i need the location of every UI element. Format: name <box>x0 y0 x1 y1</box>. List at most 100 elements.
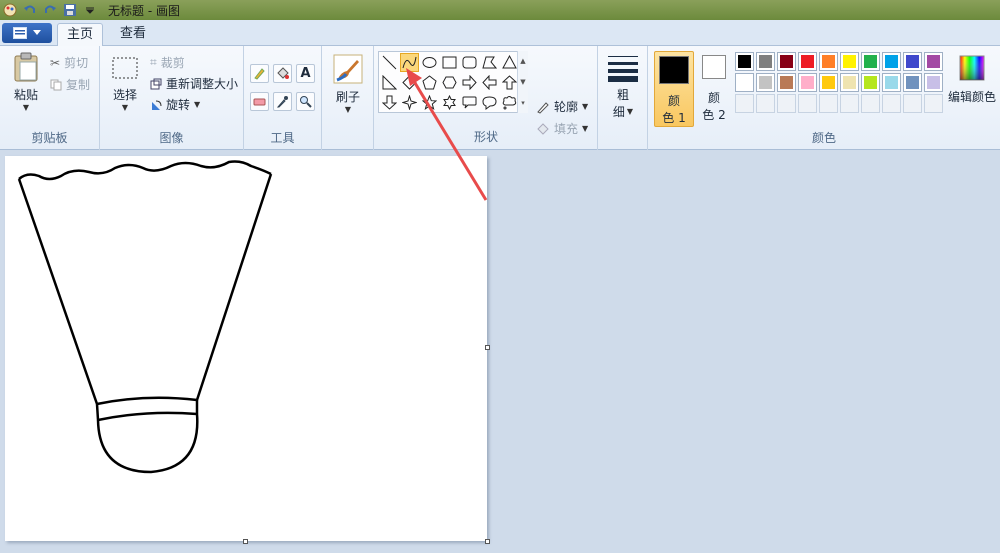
palette-color-swatch[interactable] <box>798 73 817 92</box>
outline-dropdown-icon[interactable]: ▼ <box>582 102 588 111</box>
six-point-star-shape[interactable] <box>440 93 459 112</box>
image-group: 选择 ▼ ⌗ 裁剪 重新调整大小 旋转 ▼ 图像 <box>100 46 244 150</box>
color-picker-tool[interactable] <box>273 92 292 111</box>
custom-color-slot[interactable] <box>903 94 922 113</box>
palette-color-swatch[interactable] <box>756 52 775 71</box>
line-shape[interactable] <box>380 53 399 72</box>
paint-app-icon[interactable] <box>2 2 18 18</box>
palette-color-swatch[interactable] <box>924 52 943 71</box>
copy-icon <box>50 79 62 90</box>
crop-button[interactable]: ⌗ 裁剪 <box>150 54 185 71</box>
custom-color-slot[interactable] <box>798 94 817 113</box>
cut-button[interactable]: ✂ 剪切 <box>50 54 88 71</box>
rounded-callout-shape[interactable] <box>460 93 479 112</box>
palette-color-swatch[interactable] <box>861 73 880 92</box>
rectangle-shape[interactable] <box>440 53 459 72</box>
scroll-down-icon[interactable]: ▼ <box>520 78 525 86</box>
expand-gallery-icon[interactable]: ▾ <box>521 99 525 107</box>
file-menu-button[interactable] <box>2 23 52 43</box>
brushes-button[interactable]: 刷子 ▼ <box>330 54 366 114</box>
palette-color-swatch[interactable] <box>777 52 796 71</box>
custom-color-slot[interactable] <box>756 94 775 113</box>
rotate-dropdown-icon[interactable]: ▼ <box>194 100 200 109</box>
size-button[interactable]: 粗 细 ▼ <box>604 54 642 120</box>
shapes-scroll[interactable]: ▲ ▼ ▾ <box>517 51 528 113</box>
undo-icon[interactable] <box>22 2 38 18</box>
resize-handle-right[interactable] <box>485 345 490 350</box>
rounded-rectangle-shape[interactable] <box>460 53 479 72</box>
eraser-tool[interactable] <box>250 92 269 111</box>
palette-color-swatch[interactable] <box>735 73 754 92</box>
oval-shape[interactable] <box>420 53 439 72</box>
palette-color-swatch[interactable] <box>756 73 775 92</box>
select-dropdown-icon[interactable]: ▼ <box>122 103 128 112</box>
redo-icon[interactable] <box>42 2 58 18</box>
select-button[interactable]: 选择 ▼ <box>108 56 142 112</box>
palette-color-swatch[interactable] <box>903 73 922 92</box>
rotate-button[interactable]: 旋转 ▼ <box>150 96 200 113</box>
palette-color-swatch[interactable] <box>840 73 859 92</box>
palette-color-swatch[interactable] <box>882 52 901 71</box>
customize-toolbar-icon[interactable] <box>82 2 98 18</box>
custom-color-slot[interactable] <box>924 94 943 113</box>
five-point-star-shape[interactable] <box>420 93 439 112</box>
line-icon <box>382 55 397 70</box>
resize-handle-bottom[interactable] <box>243 539 248 544</box>
palette-color-swatch[interactable] <box>735 52 754 71</box>
palette-color-swatch[interactable] <box>924 73 943 92</box>
crop-icon: ⌗ <box>150 55 157 69</box>
custom-color-slot[interactable] <box>840 94 859 113</box>
save-icon[interactable] <box>62 2 78 18</box>
resize-handle-corner[interactable] <box>485 539 490 544</box>
custom-color-slot[interactable] <box>819 94 838 113</box>
tab-home[interactable]: 主页 <box>57 23 103 47</box>
oval-callout-shape[interactable] <box>480 93 499 112</box>
brushes-dropdown-icon[interactable]: ▼ <box>345 105 351 114</box>
title-bar: 无标题 - 画图 <box>0 0 1000 20</box>
fill-tool[interactable] <box>273 64 292 83</box>
scroll-up-icon[interactable]: ▲ <box>520 57 525 65</box>
copy-button[interactable]: 复制 <box>50 76 90 93</box>
custom-color-slot[interactable] <box>735 94 754 113</box>
diamond-shape[interactable] <box>400 73 419 92</box>
pencil-tool[interactable] <box>250 64 269 83</box>
polygon-shape[interactable] <box>480 53 499 72</box>
custom-color-slot[interactable] <box>861 94 880 113</box>
file-menu-icon <box>13 27 27 39</box>
down-arrow-shape[interactable] <box>380 93 399 112</box>
hexagon-shape[interactable] <box>440 73 459 92</box>
curve-shape[interactable] <box>400 53 419 72</box>
size-dropdown-icon[interactable]: ▼ <box>627 107 633 116</box>
brushes-label: 刷子 <box>335 90 360 104</box>
edit-colors-button[interactable]: 编辑颜色 <box>947 54 997 105</box>
magnifier-tool[interactable] <box>296 92 315 111</box>
color1-swatch <box>659 56 689 84</box>
palette-color-swatch[interactable] <box>798 52 817 71</box>
rounded-rectangle-icon <box>462 56 477 69</box>
palette-color-swatch[interactable] <box>903 52 922 71</box>
palette-color-swatch[interactable] <box>777 73 796 92</box>
drawing-canvas[interactable] <box>5 156 490 544</box>
paste-dropdown-icon[interactable]: ▼ <box>23 103 29 112</box>
color1-button[interactable]: 颜 色 1 <box>654 51 694 127</box>
rounded-callout-icon <box>462 96 477 109</box>
palette-color-swatch[interactable] <box>861 52 880 71</box>
paste-button[interactable]: 粘贴 ▼ <box>8 52 44 112</box>
palette-color-swatch[interactable] <box>819 52 838 71</box>
custom-color-slot[interactable] <box>777 94 796 113</box>
text-tool[interactable]: A <box>296 64 315 83</box>
palette-color-swatch[interactable] <box>819 73 838 92</box>
right-triangle-shape[interactable] <box>380 73 399 92</box>
palette-color-swatch[interactable] <box>840 52 859 71</box>
tab-view[interactable]: 查看 <box>108 23 158 47</box>
four-point-star-shape[interactable] <box>400 93 419 112</box>
right-arrow-shape[interactable] <box>460 73 479 92</box>
resize-button[interactable]: 重新调整大小 <box>150 75 238 92</box>
outline-button[interactable]: 轮廓 ▼ <box>536 98 588 115</box>
right-triangle-icon <box>382 75 397 90</box>
custom-color-slot[interactable] <box>882 94 901 113</box>
pentagon-shape[interactable] <box>420 73 439 92</box>
left-arrow-shape[interactable] <box>480 73 499 92</box>
color2-button[interactable]: 颜 色 2 <box>697 55 731 123</box>
palette-color-swatch[interactable] <box>882 73 901 92</box>
